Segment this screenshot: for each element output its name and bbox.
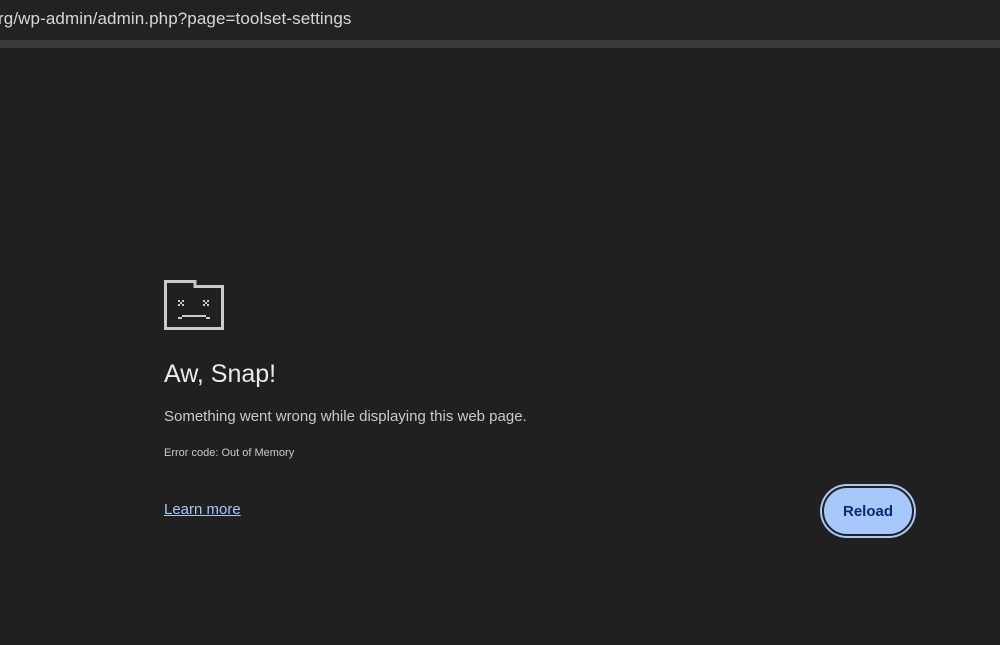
error-code: Error code: Out of Memory [164,447,295,459]
address-url[interactable]: rg/wp-admin/admin.php?page=toolset-setti… [0,9,351,29]
learn-more-link[interactable]: Learn more [164,501,241,518]
sad-tab-icon [164,280,224,330]
error-message: Something went wrong while displaying th… [164,408,527,425]
address-bar[interactable]: rg/wp-admin/admin.php?page=toolset-setti… [0,0,1000,40]
toolbar-divider [0,40,1000,48]
error-page: Aw, Snap! Something went wrong while dis… [0,48,1000,645]
error-title: Aw, Snap! [164,360,277,388]
reload-button[interactable]: Reload [822,486,914,536]
